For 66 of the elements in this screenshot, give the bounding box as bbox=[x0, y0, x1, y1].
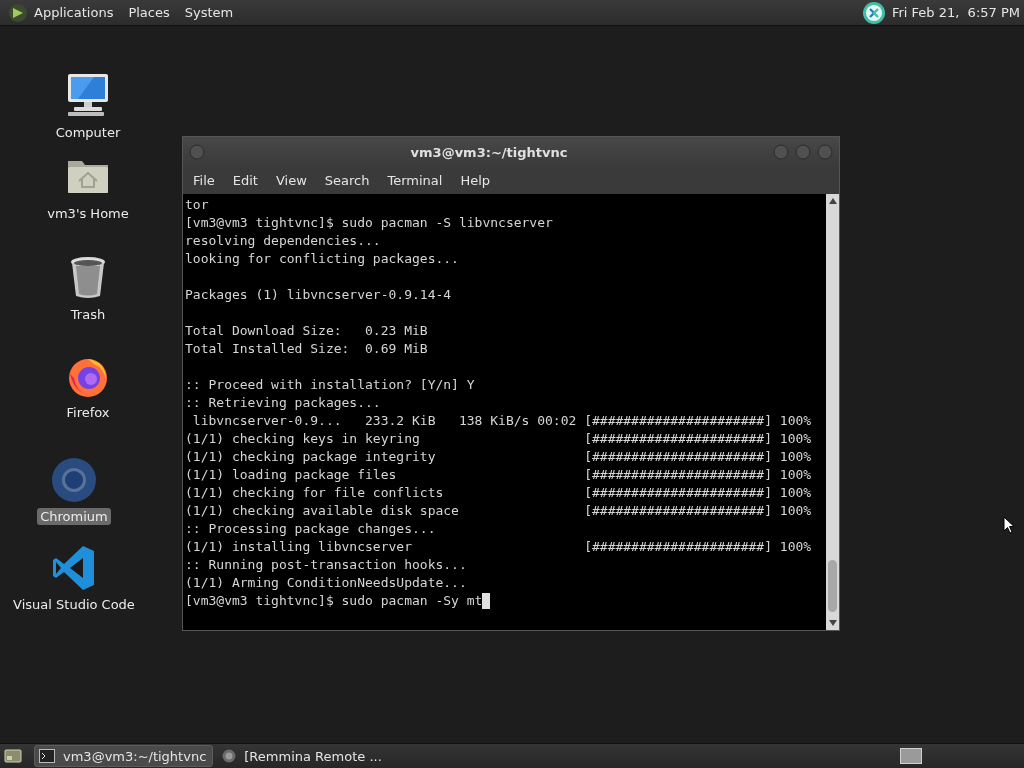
percent-text: 100% bbox=[779, 502, 812, 520]
taskbar-button[interactable]: vm3@vm3:~/tightvnc bbox=[34, 745, 214, 767]
terminal-line: Packages (1) libvncserver-0.9.14-4 bbox=[185, 286, 452, 304]
scroll-up-icon bbox=[827, 197, 838, 205]
terminal-line: Total Installed Size: 0.69 MiB bbox=[185, 340, 428, 358]
app-icon bbox=[222, 749, 237, 763]
progress-bar-text: [######################] bbox=[584, 502, 772, 520]
percent-text: 100% bbox=[779, 412, 812, 430]
percent-text: 100% bbox=[779, 430, 812, 448]
terminal-line: Total Download Size: 0.23 MiB bbox=[185, 322, 428, 340]
menu-logo-icon[interactable] bbox=[8, 2, 28, 23]
app-icon[interactable] bbox=[50, 456, 98, 504]
desktop-icon-label[interactable]: Computer bbox=[52, 124, 124, 141]
desktop-icon-label[interactable]: Trash bbox=[67, 306, 109, 323]
window-menu-icon bbox=[189, 144, 205, 160]
terminal-line: resolving dependencies... bbox=[185, 232, 381, 250]
menu-item[interactable]: File bbox=[193, 173, 215, 188]
desktop-icon-label[interactable]: Chromium bbox=[37, 508, 111, 525]
workspace-switcher[interactable] bbox=[900, 748, 922, 764]
clock-text: Fri Feb 21, 6:57 PM bbox=[891, 5, 1020, 20]
progress-bar-text: [######################] bbox=[584, 538, 772, 556]
menu-item[interactable]: Search bbox=[324, 173, 370, 188]
panel-menu[interactable]: Places bbox=[128, 5, 170, 20]
progress-bar-text: [######################] bbox=[584, 448, 772, 466]
window-title: vm3@vm3:~/tightvnc bbox=[409, 144, 569, 160]
progress-bar-text: [######################] bbox=[584, 466, 772, 484]
terminal-line: tor bbox=[185, 196, 209, 214]
panel-menu[interactable]: System bbox=[184, 5, 234, 20]
terminal-line: (1/1) checking package integrity bbox=[185, 448, 437, 466]
show-desktop-icon[interactable] bbox=[4, 748, 22, 764]
terminal-line: (1/1) checking for file conflicts bbox=[185, 484, 445, 502]
percent-text: 100% bbox=[779, 538, 812, 556]
terminal-line: (1/1) installing libvncserver bbox=[185, 538, 413, 556]
terminal-line: :: Retrieving packages... bbox=[185, 394, 381, 412]
menu-item[interactable]: Terminal bbox=[387, 173, 443, 188]
scrollbar-thumb[interactable] bbox=[828, 560, 837, 612]
progress-bar-text: [######################] bbox=[584, 430, 772, 448]
menu-item[interactable]: View bbox=[275, 173, 307, 188]
menu-item[interactable]: Help bbox=[460, 173, 491, 188]
panel-menu[interactable]: Applications bbox=[34, 5, 114, 20]
terminal-line: looking for conflicting packages... bbox=[185, 250, 459, 268]
terminal-line: :: Proceed with installation? [Y/n] Y bbox=[185, 376, 475, 394]
desktop-icon-label[interactable]: Firefox bbox=[63, 404, 113, 421]
remote-app-icon bbox=[861, 0, 886, 25]
percent-text: 100% bbox=[779, 484, 812, 502]
terminal-line: :: Running post-transaction hooks... bbox=[185, 556, 467, 574]
taskbar-button[interactable]: [Remmina Remote ... bbox=[217, 745, 389, 767]
percent-text: 100% bbox=[779, 448, 812, 466]
terminal-line: [vm3@vm3 tightvnc]$ sudo pacman -S libvncserver bbox=[185, 214, 553, 232]
scrollbar[interactable] bbox=[826, 194, 839, 630]
percent-text: 100% bbox=[779, 466, 812, 484]
mouse-pointer-icon bbox=[1003, 516, 1015, 534]
terminal-icon bbox=[39, 749, 55, 763]
terminal-line: libvncserver-0.9... 233.2 KiB 138 KiB/s 00:02 bbox=[191, 412, 578, 430]
progress-bar-text: [######################] bbox=[584, 412, 772, 430]
terminal-line: (1/1) checking keys in keyring bbox=[185, 430, 421, 448]
progress-bar-text: [######################] bbox=[584, 484, 772, 502]
desktop-icon-label[interactable]: vm3's Home bbox=[44, 205, 132, 222]
desktop-icon-label[interactable]: Visual Studio Code bbox=[10, 596, 138, 613]
terminal-line: [vm3@vm3 tightvnc]$ sudo pacman -Sy mt bbox=[185, 592, 483, 610]
menu-item[interactable]: Edit bbox=[232, 173, 258, 188]
terminal-line: :: Processing package changes... bbox=[185, 520, 436, 538]
terminal-line: (1/1) loading package files bbox=[185, 466, 398, 484]
terminal-line: (1/1) Arming ConditionNeedsUpdate... bbox=[185, 574, 467, 592]
terminal-line: (1/1) checking available disk space bbox=[185, 502, 460, 520]
scroll-down-icon bbox=[827, 619, 838, 627]
